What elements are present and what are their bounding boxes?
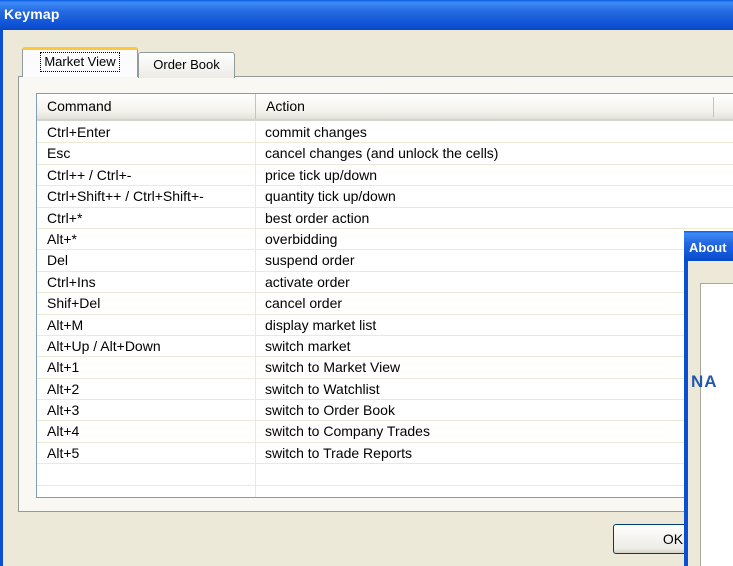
title-bar[interactable]: Keymap — [0, 0, 733, 30]
table-row[interactable]: Alt+Up / Alt+Down switch market — [37, 336, 733, 358]
column-header-command[interactable]: Command — [37, 94, 255, 119]
action-cell: switch to Watchlist — [265, 380, 380, 397]
command-cell: Ctrl+Enter — [47, 124, 111, 140]
table-row[interactable]: Ctrl+Shift++ / Ctrl+Shift+- quantity tick… — [37, 186, 733, 208]
table-row[interactable]: Shif+Del cancel order — [37, 293, 733, 315]
about-content-panel — [700, 283, 733, 566]
action-cell: switch market — [265, 337, 351, 354]
command-cell: Alt+M — [47, 316, 84, 333]
row-gridline — [37, 484, 733, 486]
column-separator[interactable] — [713, 97, 714, 117]
window-title: Keymap — [4, 6, 60, 22]
command-cell: Ctrl++ / Ctrl+- — [47, 166, 132, 183]
action-cell: display market list — [265, 316, 377, 333]
tab-order-book[interactable]: Order Book — [138, 52, 235, 78]
action-cell: suspend order — [265, 252, 355, 269]
keymap-list[interactable]: Command Action Ctrl+Enter commit changes E… — [36, 93, 733, 498]
table-row[interactable]: Alt+1 switch to Market View — [37, 357, 733, 379]
tab-market-view[interactable]: Market View — [22, 47, 138, 77]
action-cell: switch to Order Book — [265, 402, 395, 419]
window-frame — [0, 30, 3, 566]
table-row[interactable]: Alt+3 switch to Order Book — [37, 400, 733, 422]
about-window-title: About — [689, 240, 727, 255]
table-row[interactable]: Ctrl+Ins activate order — [37, 272, 733, 294]
table-row[interactable]: Esc cancel changes (and unlock the cells) — [37, 143, 733, 165]
about-window[interactable]: About NA — [684, 231, 733, 566]
command-cell: Alt+4 — [47, 423, 80, 440]
about-window-body — [688, 261, 733, 566]
action-cell: quantity tick up/down — [265, 188, 396, 205]
command-cell: Alt+2 — [47, 380, 80, 397]
table-row[interactable]: Del suspend order — [37, 250, 733, 272]
tab-order-book-label: Order Book — [153, 57, 220, 72]
table-row[interactable]: Alt+* overbidding — [37, 229, 733, 251]
table-row[interactable]: Ctrl++ / Ctrl+- price tick up/down — [37, 165, 733, 187]
desktop: Keymap Market View Order Book Command Ac… — [0, 0, 733, 566]
command-cell: Alt+* — [47, 230, 77, 247]
table-row[interactable]: Ctrl+* best order action — [37, 208, 733, 229]
command-cell: Del — [47, 252, 69, 269]
table-row[interactable]: Alt+M display market list — [37, 315, 733, 336]
action-cell: cancel order — [265, 295, 343, 312]
action-cell: commit changes — [265, 124, 367, 140]
action-cell: switch to Market View — [265, 359, 401, 376]
action-cell: overbidding — [265, 230, 338, 247]
command-cell: Ctrl+Shift++ / Ctrl+Shift+- — [47, 188, 204, 205]
about-title-bar[interactable]: About — [684, 231, 733, 261]
table-row[interactable]: Alt+2 switch to Watchlist — [37, 379, 733, 401]
command-cell: Ctrl+Ins — [47, 273, 96, 290]
table-row[interactable]: Ctrl+Enter commit changes — [37, 122, 733, 144]
action-cell: cancel changes (and unlock the cells) — [265, 145, 499, 162]
keymap-window: Keymap Market View Order Book Command Ac… — [0, 0, 733, 566]
table-row[interactable]: Alt+4 switch to Company Trades — [37, 421, 733, 443]
about-logo: NA — [691, 372, 718, 391]
list-header: Command Action — [37, 94, 733, 121]
action-cell: switch to Trade Reports — [265, 444, 413, 461]
column-header-action[interactable]: Action — [255, 94, 713, 119]
command-cell: Alt+3 — [47, 402, 80, 419]
command-cell: Esc — [47, 145, 71, 162]
command-cell: Alt+5 — [47, 444, 80, 461]
table-row[interactable]: Alt+5 switch to Trade Reports — [37, 443, 733, 465]
action-cell: price tick up/down — [265, 166, 378, 183]
table-row-empty — [37, 464, 733, 486]
command-cell: Shif+Del — [47, 295, 101, 312]
list-body: Ctrl+Enter commit changes Esc cancel change… — [37, 122, 733, 486]
action-cell: activate order — [265, 273, 350, 290]
command-cell: Alt+Up / Alt+Down — [47, 337, 161, 354]
command-cell: Alt+1 — [47, 359, 80, 376]
action-cell: switch to Company Trades — [265, 423, 430, 440]
action-cell: best order action — [265, 209, 370, 226]
tab-market-view-label: Market View — [40, 52, 120, 72]
command-cell: Ctrl+* — [47, 209, 83, 226]
